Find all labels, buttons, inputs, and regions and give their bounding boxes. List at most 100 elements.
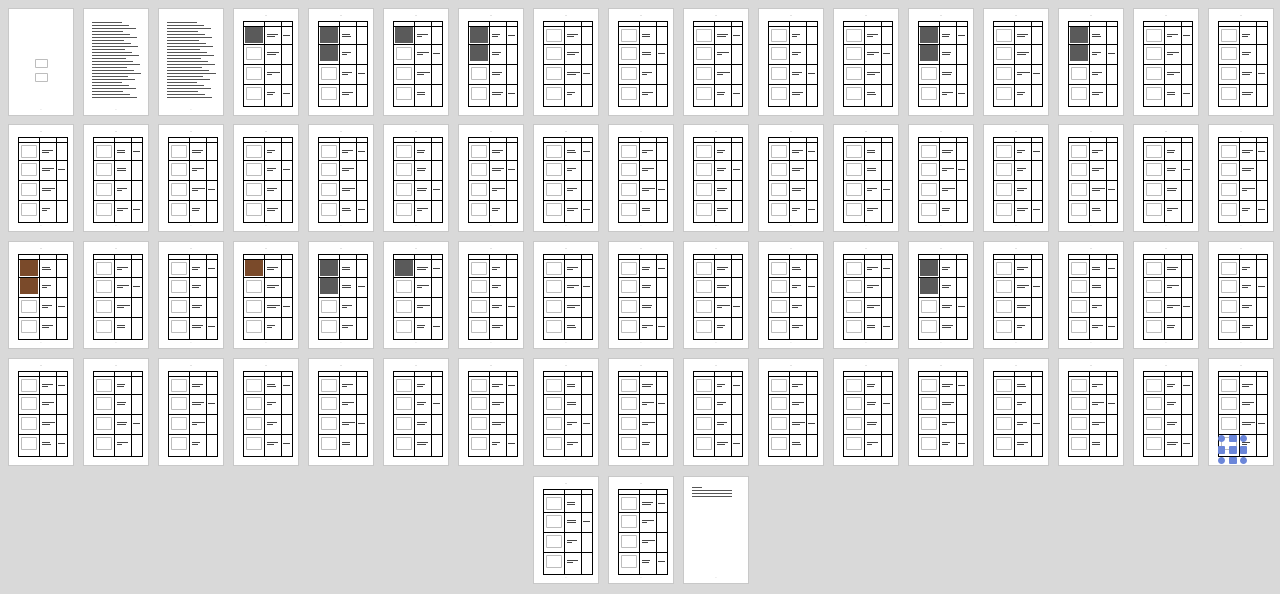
storyboard-sketch bbox=[621, 203, 637, 216]
storyboard-sketch bbox=[321, 397, 337, 410]
page-thumbnail[interactable]: —- bbox=[533, 124, 599, 232]
page-thumbnail[interactable]: —- bbox=[1058, 124, 1124, 232]
storyboard-sketch bbox=[1146, 183, 1162, 196]
storyboard-sketch bbox=[771, 183, 787, 196]
page-thumbnail[interactable]: —- bbox=[83, 358, 149, 466]
page-thumbnail[interactable]: —- bbox=[1058, 241, 1124, 349]
page-thumbnail[interactable]: —- bbox=[683, 241, 749, 349]
page-thumbnail[interactable]: —- bbox=[1058, 358, 1124, 466]
storyboard-sketch bbox=[846, 280, 862, 293]
page-thumbnail[interactable]: —- bbox=[1133, 124, 1199, 232]
page-thumbnail[interactable]: —- bbox=[533, 8, 599, 116]
page-thumbnail[interactable]: —- bbox=[908, 8, 974, 116]
storyboard-table bbox=[618, 137, 668, 223]
page-thumbnail[interactable]: —- bbox=[233, 124, 299, 232]
page-thumbnail[interactable]: —- bbox=[758, 358, 824, 466]
page-thumbnail[interactable]: —- bbox=[458, 8, 524, 116]
page-thumbnail[interactable]: —- bbox=[83, 241, 149, 349]
page-thumbnail[interactable]: —- bbox=[833, 124, 899, 232]
page-thumbnail[interactable]: —- bbox=[158, 241, 224, 349]
storyboard-sketch bbox=[246, 67, 262, 80]
storyboard-sketch bbox=[96, 437, 112, 450]
page-thumbnail[interactable]: —- bbox=[383, 358, 449, 466]
page-thumbnail[interactable]: —- bbox=[383, 124, 449, 232]
page-thumbnail[interactable]: —- bbox=[383, 241, 449, 349]
page-thumbnail[interactable]: —- bbox=[983, 8, 1049, 116]
page-thumbnail[interactable]: —- bbox=[608, 8, 674, 116]
page-thumbnail[interactable]: —- bbox=[8, 241, 74, 349]
storyboard-sketch bbox=[621, 280, 637, 293]
storyboard-sketch bbox=[1146, 300, 1162, 313]
page-thumbnail[interactable]: —- bbox=[308, 124, 374, 232]
page-thumbnail[interactable]: —- bbox=[1208, 241, 1274, 349]
page-thumbnail[interactable]: —- bbox=[758, 124, 824, 232]
storyboard-sketch bbox=[621, 29, 637, 42]
page-thumbnail[interactable]: —- bbox=[233, 241, 299, 349]
page-thumbnail[interactable]: —- bbox=[308, 8, 374, 116]
storyboard-sketch bbox=[171, 320, 187, 333]
page-thumbnail[interactable]: —- bbox=[608, 358, 674, 466]
page-thumbnail[interactable]: —- bbox=[683, 8, 749, 116]
page-thumbnail[interactable]: —- bbox=[908, 241, 974, 349]
page-thumbnail[interactable]: - bbox=[683, 476, 749, 584]
page-thumbnail[interactable]: - bbox=[158, 8, 224, 116]
storyboard-sketch bbox=[771, 417, 787, 430]
page-thumbnail[interactable]: —- bbox=[233, 8, 299, 116]
page-thumbnail[interactable]: —- bbox=[608, 476, 674, 584]
page-thumbnail[interactable]: —- bbox=[1208, 8, 1274, 116]
page-thumbnail[interactable]: —- bbox=[458, 241, 524, 349]
page-thumbnail[interactable]: —- bbox=[908, 358, 974, 466]
storyboard-photo bbox=[395, 27, 413, 43]
page-thumbnail[interactable]: —- bbox=[983, 241, 1049, 349]
page-thumbnail[interactable]: —- bbox=[533, 476, 599, 584]
storyboard-sketch bbox=[1221, 47, 1237, 60]
page-thumbnail[interactable]: —- bbox=[8, 124, 74, 232]
page-thumbnail[interactable]: —- bbox=[1133, 358, 1199, 466]
storyboard-sketch bbox=[546, 417, 562, 430]
storyboard-table bbox=[468, 254, 518, 340]
page-thumbnail[interactable]: —- bbox=[383, 8, 449, 116]
storyboard-sketch bbox=[1146, 87, 1162, 100]
storyboard-sketch bbox=[1146, 262, 1162, 275]
storyboard-sketch bbox=[171, 203, 187, 216]
page-thumbnail[interactable]: —- bbox=[533, 241, 599, 349]
storyboard-sketch bbox=[921, 183, 937, 196]
page-thumbnail[interactable]: —- bbox=[1133, 8, 1199, 116]
page-thumbnail[interactable]: —- bbox=[458, 124, 524, 232]
page-thumbnail[interactable]: - bbox=[8, 8, 74, 116]
page-thumbnail[interactable]: —- bbox=[758, 8, 824, 116]
page-thumbnail[interactable]: —- bbox=[833, 8, 899, 116]
page-thumbnail[interactable]: —- bbox=[1208, 124, 1274, 232]
page-thumbnail[interactable]: —- bbox=[83, 124, 149, 232]
storyboard-table bbox=[1218, 137, 1268, 223]
storyboard-sketch bbox=[1221, 67, 1237, 80]
page-thumbnail[interactable]: —- bbox=[833, 241, 899, 349]
storyboard-table bbox=[318, 254, 368, 340]
page-thumbnail[interactable]: —- bbox=[308, 358, 374, 466]
page-thumbnail[interactable]: —- bbox=[983, 124, 1049, 232]
page-thumbnail[interactable]: —- bbox=[908, 124, 974, 232]
storyboard-table bbox=[993, 371, 1043, 457]
storyboard-table bbox=[468, 371, 518, 457]
page-thumbnail[interactable]: —- bbox=[683, 124, 749, 232]
page-thumbnail[interactable]: - bbox=[83, 8, 149, 116]
page-thumbnail[interactable]: —- bbox=[1133, 241, 1199, 349]
storyboard-table bbox=[18, 137, 68, 223]
page-thumbnail[interactable]: —- bbox=[233, 358, 299, 466]
page-thumbnail[interactable]: —- bbox=[8, 358, 74, 466]
page-thumbnail[interactable]: —- bbox=[458, 358, 524, 466]
page-thumbnail[interactable]: —- bbox=[1058, 8, 1124, 116]
page-thumbnail[interactable]: —- bbox=[758, 241, 824, 349]
page-thumbnail[interactable]: —- bbox=[158, 358, 224, 466]
page-thumbnail[interactable]: —- bbox=[833, 358, 899, 466]
storyboard-sketch bbox=[996, 163, 1012, 176]
page-thumbnail[interactable]: —- bbox=[608, 241, 674, 349]
page-thumbnail[interactable]: —- bbox=[308, 241, 374, 349]
page-thumbnail[interactable]: —- bbox=[683, 358, 749, 466]
page-thumbnail[interactable]: —- bbox=[533, 358, 599, 466]
storyboard-sketch bbox=[21, 437, 37, 450]
page-thumbnail[interactable]: —- bbox=[983, 358, 1049, 466]
page-thumbnail[interactable]: —- bbox=[158, 124, 224, 232]
storyboard-sketch bbox=[471, 183, 487, 196]
page-thumbnail[interactable]: —- bbox=[608, 124, 674, 232]
